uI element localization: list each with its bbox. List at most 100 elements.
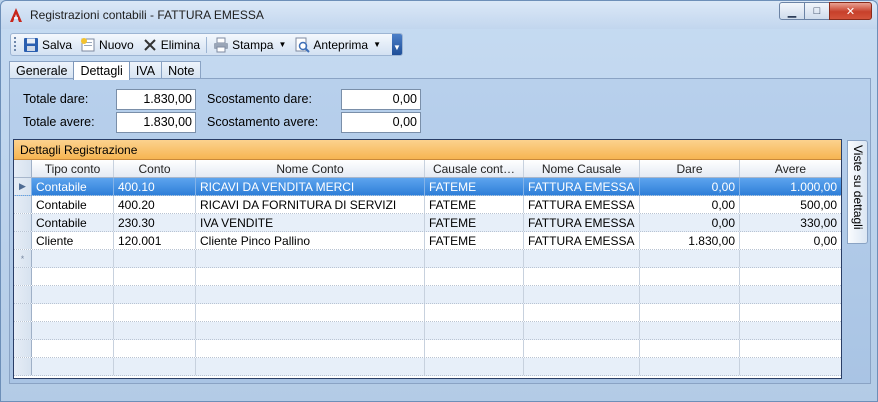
column-header-nome-causale[interactable]: Nome Causale bbox=[524, 160, 640, 177]
empty-cell[interactable] bbox=[524, 250, 640, 267]
cell-tipo-conto[interactable]: Contabile bbox=[32, 196, 114, 213]
floppy-disk-icon bbox=[24, 37, 38, 52]
tab-iva[interactable]: IVA bbox=[128, 61, 163, 79]
details-grid: Dettagli Registrazione Tipo conto Conto … bbox=[13, 139, 842, 379]
cell-causale[interactable]: FATEME bbox=[425, 178, 524, 195]
cell-nome-causale[interactable]: FATTURA EMESSA bbox=[524, 214, 640, 231]
toolbar-separator bbox=[206, 36, 208, 53]
print-button[interactable]: Stampa ▼ bbox=[209, 34, 290, 55]
cell-conto[interactable]: 400.10 bbox=[114, 178, 196, 195]
preview-dropdown-icon[interactable]: ▼ bbox=[373, 40, 381, 49]
empty-cell bbox=[524, 268, 640, 285]
cell-nome-causale[interactable]: FATTURA EMESSA bbox=[524, 232, 640, 249]
column-header-avere[interactable]: Avere bbox=[740, 160, 841, 177]
empty-cell bbox=[740, 322, 841, 339]
cell-tipo-conto[interactable]: Contabile bbox=[32, 214, 114, 231]
close-button[interactable]: ✕ bbox=[829, 2, 872, 20]
cell-conto[interactable]: 120.001 bbox=[114, 232, 196, 249]
cell-conto[interactable]: 400.20 bbox=[114, 196, 196, 213]
table-row[interactable]: ▶ Contabile 400.10 RICAVI DA VENDITA MER… bbox=[14, 178, 841, 196]
cell-nome-causale[interactable]: FATTURA EMESSA bbox=[524, 196, 640, 213]
empty-cell[interactable] bbox=[640, 250, 740, 267]
grid-header: Tipo conto Conto Nome Conto Causale cont… bbox=[14, 160, 841, 178]
row-selector[interactable] bbox=[14, 232, 32, 249]
maximize-button[interactable]: □ bbox=[804, 2, 830, 20]
row-selector[interactable]: ▶ bbox=[14, 178, 32, 195]
column-header-conto[interactable]: Conto bbox=[114, 160, 196, 177]
cell-avere[interactable]: 330,00 bbox=[740, 214, 841, 231]
empty-cell[interactable] bbox=[425, 250, 524, 267]
empty-cell bbox=[640, 340, 740, 357]
main-window: Registrazioni contabili - FATTURA EMESSA… bbox=[0, 0, 878, 402]
delete-button[interactable]: Elimina bbox=[138, 34, 204, 55]
tab-note[interactable]: Note bbox=[161, 61, 202, 79]
empty-row bbox=[14, 286, 841, 304]
empty-cell[interactable] bbox=[114, 250, 196, 267]
cell-dare[interactable]: 0,00 bbox=[640, 178, 740, 195]
row-selector[interactable] bbox=[14, 196, 32, 213]
column-header-tipo-conto[interactable]: Tipo conto bbox=[32, 160, 114, 177]
cell-dare[interactable]: 1.830,00 bbox=[640, 232, 740, 249]
tab-dettagli[interactable]: Dettagli bbox=[73, 61, 130, 80]
toolbar-overflow-button[interactable]: ▼ bbox=[392, 34, 402, 55]
cell-nome-causale[interactable]: FATTURA EMESSA bbox=[524, 178, 640, 195]
empty-cell[interactable] bbox=[740, 250, 841, 267]
empty-cell bbox=[640, 304, 740, 321]
window-title: Registrazioni contabili - FATTURA EMESSA bbox=[30, 8, 264, 22]
new-row[interactable]: * bbox=[14, 250, 841, 268]
empty-cell[interactable] bbox=[32, 250, 114, 267]
row-selector[interactable] bbox=[14, 214, 32, 231]
cell-tipo-conto[interactable]: Cliente bbox=[32, 232, 114, 249]
print-dropdown-icon[interactable]: ▼ bbox=[278, 40, 286, 49]
empty-cell bbox=[425, 268, 524, 285]
cell-nome-conto[interactable]: Cliente Pinco Pallino bbox=[196, 232, 425, 249]
preview-button[interactable]: Anteprima ▼ bbox=[290, 34, 385, 55]
minimize-button[interactable]: ▁ bbox=[779, 2, 805, 20]
empty-row bbox=[14, 322, 841, 340]
cell-conto[interactable]: 230.30 bbox=[114, 214, 196, 231]
cell-avere[interactable]: 500,00 bbox=[740, 196, 841, 213]
table-row[interactable]: Contabile 400.20 RICAVI DA FORNITURA DI … bbox=[14, 196, 841, 214]
header-selector[interactable] bbox=[14, 160, 32, 177]
table-row[interactable]: Cliente 120.001 Cliente Pinco Pallino FA… bbox=[14, 232, 841, 250]
tab-generale[interactable]: Generale bbox=[9, 61, 75, 79]
column-header-dare[interactable]: Dare bbox=[640, 160, 740, 177]
save-button[interactable]: Salva bbox=[19, 34, 76, 55]
title-bar[interactable]: Registrazioni contabili - FATTURA EMESSA… bbox=[1, 1, 877, 29]
empty-cell bbox=[640, 322, 740, 339]
side-tab-viste-dettagli[interactable]: Viste su dettagli bbox=[847, 140, 868, 244]
row-selector bbox=[14, 268, 32, 285]
cell-nome-conto[interactable]: RICAVI DA VENDITA MERCI bbox=[196, 178, 425, 195]
save-label: Salva bbox=[42, 37, 73, 52]
row-selector bbox=[14, 286, 32, 303]
cell-dare[interactable]: 0,00 bbox=[640, 214, 740, 231]
empty-cell bbox=[196, 340, 425, 357]
table-row[interactable]: Contabile 230.30 IVA VENDITE FATEME FATT… bbox=[14, 214, 841, 232]
totale-avere-field[interactable]: 1.830,00 bbox=[116, 112, 196, 133]
cell-avere[interactable]: 0,00 bbox=[740, 232, 841, 249]
cell-tipo-conto[interactable]: Contabile bbox=[32, 178, 114, 195]
toolbar: Salva Nuovo Elimina Stampa ▼ Anteprima ▼… bbox=[10, 33, 403, 56]
empty-cell bbox=[32, 322, 114, 339]
empty-cell bbox=[740, 286, 841, 303]
toolbar-grip-icon[interactable] bbox=[14, 37, 16, 52]
empty-cell bbox=[425, 286, 524, 303]
totale-dare-field[interactable]: 1.830,00 bbox=[116, 89, 196, 110]
cell-nome-conto[interactable]: IVA VENDITE bbox=[196, 214, 425, 231]
empty-cell[interactable] bbox=[196, 250, 425, 267]
scostamento-dare-field[interactable]: 0,00 bbox=[341, 89, 421, 110]
new-label: Nuovo bbox=[99, 37, 134, 52]
scostamento-avere-field[interactable]: 0,00 bbox=[341, 112, 421, 133]
new-button[interactable]: Nuovo bbox=[76, 34, 138, 55]
cell-dare[interactable]: 0,00 bbox=[640, 196, 740, 213]
column-header-causale[interactable]: Causale cont… bbox=[425, 160, 524, 177]
cell-nome-conto[interactable]: RICAVI DA FORNITURA DI SERVIZI bbox=[196, 196, 425, 213]
new-row-marker-icon[interactable]: * bbox=[14, 250, 32, 267]
empty-cell bbox=[740, 358, 841, 375]
grid-title: Dettagli Registrazione bbox=[14, 140, 841, 160]
cell-causale[interactable]: FATEME bbox=[425, 232, 524, 249]
cell-causale[interactable]: FATEME bbox=[425, 214, 524, 231]
cell-causale[interactable]: FATEME bbox=[425, 196, 524, 213]
column-header-nome-conto[interactable]: Nome Conto bbox=[196, 160, 425, 177]
cell-avere[interactable]: 1.000,00 bbox=[740, 178, 841, 195]
